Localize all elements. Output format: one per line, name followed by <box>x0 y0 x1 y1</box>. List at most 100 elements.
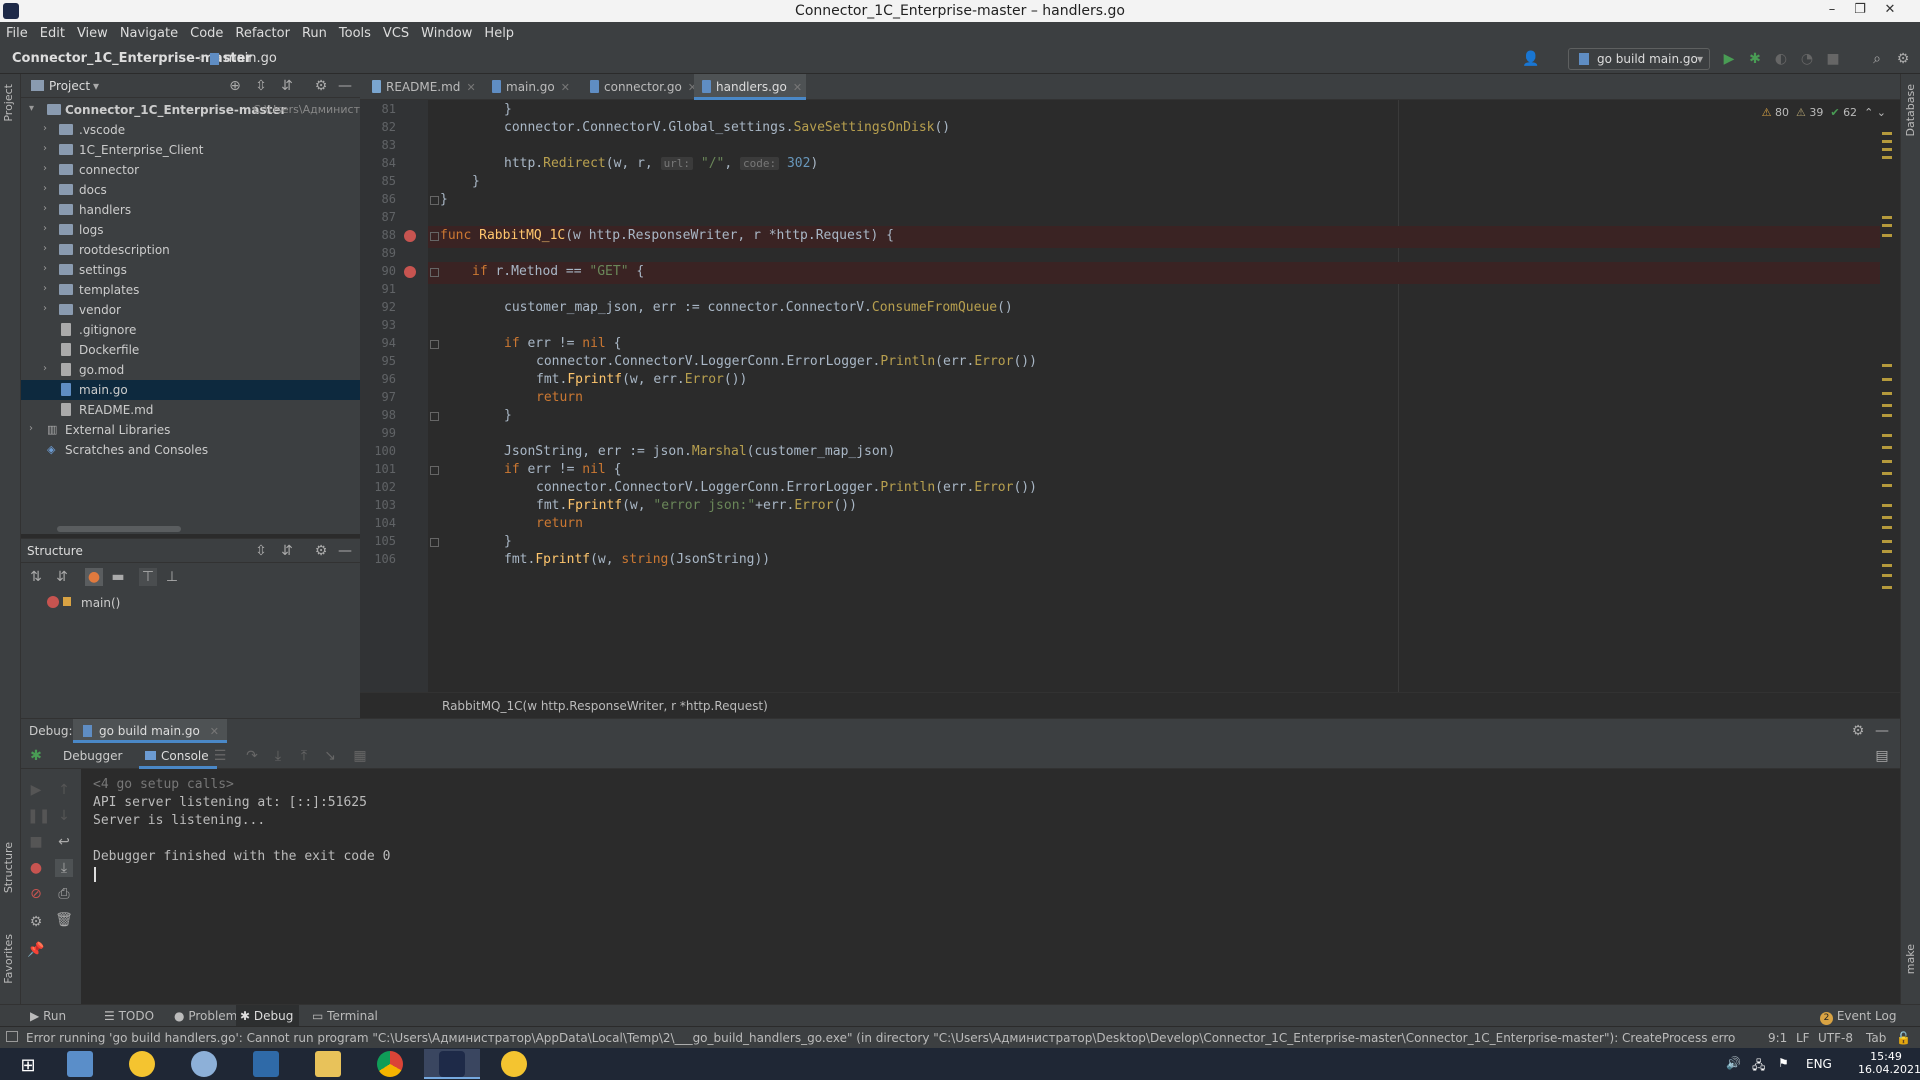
network-icon[interactable]: 🖧 <box>1752 1056 1765 1077</box>
fold-marker-icon[interactable] <box>430 196 439 205</box>
stop-icon[interactable]: ■ <box>1824 50 1842 68</box>
error-stripe-mark[interactable] <box>1882 434 1892 437</box>
error-stripe-mark[interactable] <box>1882 586 1892 589</box>
event-log-button[interactable]: 2 Event Log <box>1820 1009 1896 1025</box>
chevron-down-icon[interactable]: ▾ <box>93 79 99 93</box>
file-encoding[interactable]: UTF-8 <box>1818 1031 1853 1045</box>
line-number[interactable]: 89 <box>360 246 396 260</box>
line-number[interactable]: 100 <box>360 444 396 458</box>
error-stripe-mark[interactable] <box>1882 140 1892 143</box>
tab-handlers-go[interactable]: handlers.go ✕ <box>694 74 806 100</box>
line-number[interactable]: 93 <box>360 318 396 332</box>
lock-icon[interactable]: 🔓 <box>1896 1031 1911 1045</box>
line-number[interactable]: 82 <box>360 120 396 134</box>
code-line[interactable]: } <box>504 102 512 117</box>
line-number[interactable]: 81 <box>360 102 396 116</box>
tree-scratches[interactable]: ◈ Scratches and Consoles <box>21 440 360 460</box>
error-stripe-mark[interactable] <box>1882 414 1892 417</box>
scroll-to-end-icon[interactable]: ⤓ <box>55 859 73 877</box>
tree-root[interactable]: ▾ Connector_1C_Enterprise-master C:\User… <box>21 100 367 120</box>
soft-wrap-icon[interactable]: ↩ <box>55 833 73 851</box>
editor-gutter[interactable]: 81 82 83 84 85 86 87 88 89 90 91 92 93 94 95 96 97 98 99 10… <box>360 100 428 692</box>
project-side-tab[interactable]: Project <box>2 84 15 122</box>
collapse-all-icon[interactable]: ⇵ <box>278 542 296 560</box>
error-stripe-mark[interactable] <box>1882 132 1892 135</box>
database-side-tab[interactable]: Database <box>1904 84 1917 137</box>
restore-button[interactable]: ❐ <box>1846 0 1874 22</box>
collapse-all-icon[interactable]: ⇵ <box>278 77 296 95</box>
volume-icon[interactable]: 🔊 <box>1726 1056 1741 1070</box>
line-number[interactable]: 103 <box>360 498 396 512</box>
error-stripe-mark[interactable] <box>1882 516 1892 519</box>
trash-icon[interactable]: 🗑 <box>55 911 73 929</box>
tree-item[interactable]: main.go <box>21 380 360 400</box>
error-stripe-mark[interactable] <box>1882 564 1892 567</box>
fold-marker-icon[interactable] <box>430 466 439 475</box>
tree-item[interactable]: Dockerfile <box>21 340 360 360</box>
close-tab-icon[interactable]: ✕ <box>210 725 219 738</box>
hide-panel-icon[interactable]: — <box>336 77 354 95</box>
tab-connector-go[interactable]: connector.go ✕ <box>582 74 697 100</box>
code-line[interactable]: fmt.Fprintf(w, "error json:"+err.Error()… <box>536 498 857 513</box>
breakpoint-icon[interactable] <box>404 266 416 278</box>
tree-item[interactable]: › docs <box>21 180 360 200</box>
fold-marker-icon[interactable] <box>430 412 439 421</box>
sort-by-type-icon[interactable]: ⇵ <box>53 568 71 586</box>
tab-readme[interactable]: README.md ✕ <box>364 74 476 100</box>
status-toggle-icon[interactable] <box>6 1031 18 1042</box>
search-icon[interactable]: ⌕ <box>1868 50 1886 68</box>
error-stripe-mark[interactable] <box>1882 526 1892 529</box>
clock[interactable]: 15:49 16.04.2021 <box>1858 1050 1920 1076</box>
function-context[interactable]: RabbitMQ_1C(w http.ResponseWriter, r *ht… <box>442 699 768 713</box>
language-indicator[interactable]: ENG <box>1806 1057 1832 1071</box>
print-icon[interactable]: ⎙ <box>55 885 73 903</box>
tool-tab-terminal[interactable]: ▭ Terminal <box>312 1009 378 1023</box>
run-to-cursor-icon[interactable]: ↘ <box>321 747 339 765</box>
chevron-up-icon[interactable]: ⌃ <box>1864 106 1873 119</box>
error-stripe-mark[interactable] <box>1882 404 1892 407</box>
settings-gear-icon[interactable]: ⚙ <box>27 913 45 931</box>
console-scrollbar[interactable] <box>1883 769 1891 1005</box>
fold-marker-icon[interactable] <box>430 538 439 547</box>
line-number[interactable]: 97 <box>360 390 396 404</box>
menu-view[interactable]: View <box>71 22 114 41</box>
code-line[interactable]: return <box>536 516 583 531</box>
chevron-down-icon[interactable]: ⌄ <box>1877 106 1886 119</box>
profile-icon[interactable]: ◔ <box>1798 50 1816 68</box>
line-number[interactable]: 95 <box>360 354 396 368</box>
line-number[interactable]: 92 <box>360 300 396 314</box>
rerun-debug-icon[interactable]: ✱ <box>27 747 45 765</box>
line-number[interactable]: 98 <box>360 408 396 422</box>
tree-item[interactable]: › .vscode <box>21 120 360 140</box>
line-number[interactable]: 88 <box>360 228 396 242</box>
tool-tab-debug[interactable]: ✱ Debug <box>236 1005 300 1026</box>
line-separator[interactable]: LF <box>1796 1031 1810 1045</box>
menu-file[interactable]: File <box>0 22 34 41</box>
close-button[interactable]: ✕ <box>1876 0 1904 22</box>
autoscroll-to-source-icon[interactable]: ⊤ <box>139 568 157 586</box>
tab-debugger[interactable]: Debugger <box>63 749 122 763</box>
line-number[interactable]: 87 <box>360 210 396 224</box>
hide-panel-icon[interactable]: — <box>336 542 354 560</box>
tree-item[interactable]: › connector <box>21 160 360 180</box>
tree-item[interactable]: › vendor <box>21 300 360 320</box>
panel-settings-icon[interactable]: ⚙ <box>312 77 330 95</box>
tool-tab-todo[interactable]: ☰ TODO <box>104 1009 154 1023</box>
minimize-button[interactable]: – <box>1818 0 1846 22</box>
coverage-icon[interactable]: ◐ <box>1772 50 1790 68</box>
error-stripe-mark[interactable] <box>1882 504 1892 507</box>
view-breakpoints-icon[interactable]: ● <box>27 859 45 877</box>
autoscroll-from-source-icon[interactable]: ⊥ <box>163 568 181 586</box>
code-line[interactable]: http.Redirect(w, r, url: "/", code: 302) <box>504 156 818 171</box>
line-number[interactable]: 104 <box>360 516 396 530</box>
error-stripe-mark[interactable] <box>1882 472 1892 475</box>
run-configuration-select[interactable]: go build main.go ▾ <box>1568 48 1710 70</box>
code-line[interactable]: JsonString, err := json.Marshal(customer… <box>504 444 895 459</box>
close-tab-icon[interactable]: ✕ <box>561 81 570 94</box>
error-stripe-mark[interactable] <box>1882 550 1892 553</box>
error-stripe-mark[interactable] <box>1882 392 1892 395</box>
tool-tab-problems[interactable]: ● Problems <box>174 1009 244 1023</box>
indent-setting[interactable]: Tab <box>1866 1031 1886 1045</box>
run-icon[interactable]: ▶ <box>1720 50 1738 68</box>
expand-all-icon[interactable]: ⇳ <box>252 77 270 95</box>
